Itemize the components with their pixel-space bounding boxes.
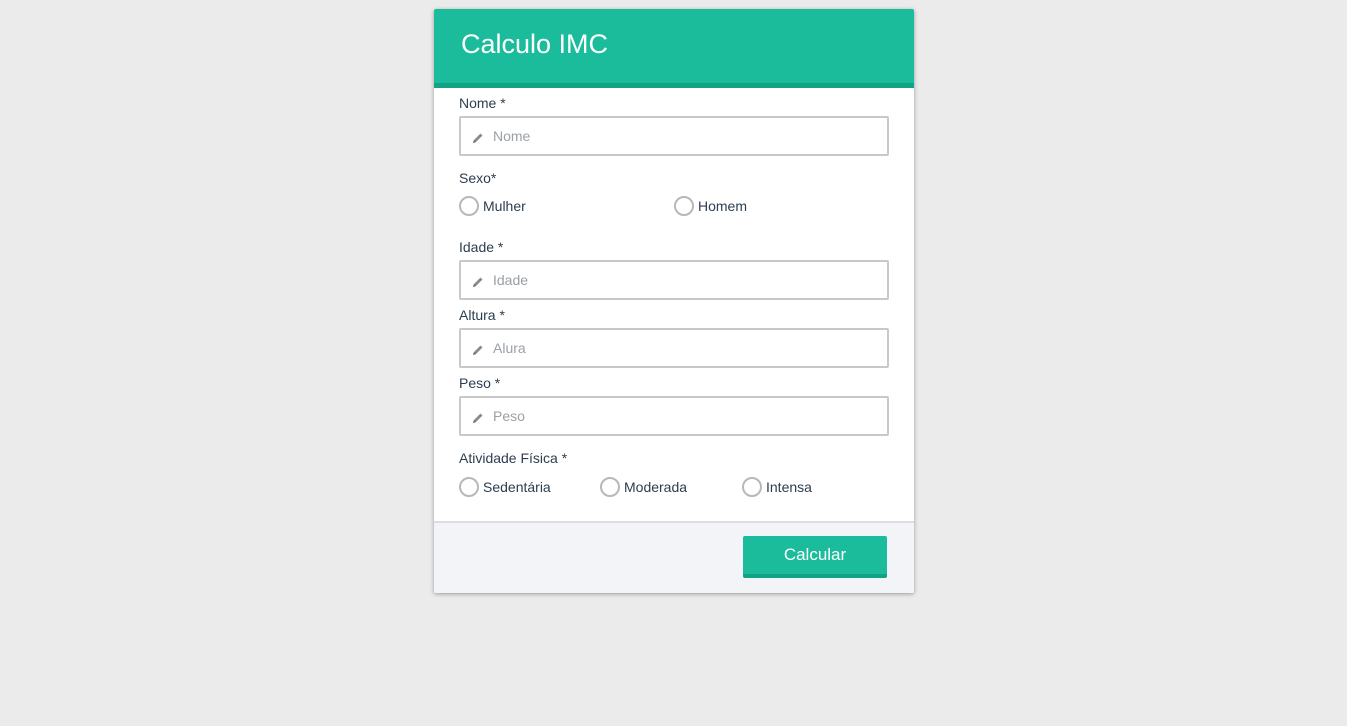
radio-homem-label: Homem (698, 198, 748, 214)
radio-intensa[interactable]: Intensa (742, 477, 812, 497)
radio-mulher-label: Mulher (483, 198, 526, 214)
radio-circle-icon[interactable] (459, 477, 479, 497)
nome-field[interactable] (459, 116, 889, 156)
radio-mulher[interactable]: Mulher (459, 196, 526, 216)
imc-form-card: Calculo IMC Nome * Sexo* Mulher Homem Id… (434, 9, 914, 593)
altura-field[interactable] (459, 328, 889, 368)
pencil-icon (473, 413, 483, 423)
radio-circle-icon[interactable] (742, 477, 762, 497)
radio-circle-icon[interactable] (600, 477, 620, 497)
card-header: Calculo IMC (434, 9, 914, 88)
sexo-label: Sexo* (459, 170, 497, 186)
nome-input[interactable] (493, 128, 873, 144)
radio-sedentaria-label: Sedentária (483, 479, 551, 495)
pencil-icon (473, 277, 483, 287)
radio-sedentaria[interactable]: Sedentária (459, 477, 551, 497)
radio-circle-icon[interactable] (674, 196, 694, 216)
nome-label: Nome * (459, 95, 506, 111)
altura-input[interactable] (493, 340, 873, 356)
peso-field[interactable] (459, 396, 889, 436)
peso-label: Peso * (459, 375, 501, 391)
card-footer: Calcular (434, 521, 914, 593)
atividade-label: Atividade Física * (459, 450, 568, 466)
card-body: Nome * Sexo* Mulher Homem Idade * (434, 88, 914, 521)
idade-input[interactable] (493, 272, 873, 288)
pencil-icon (473, 345, 483, 355)
radio-homem[interactable]: Homem (674, 196, 747, 216)
pencil-icon (473, 133, 483, 143)
radio-moderada-label: Moderada (624, 479, 688, 495)
form-title: Calculo IMC (461, 28, 609, 59)
radio-circle-icon[interactable] (459, 196, 479, 216)
altura-label: Altura * (459, 307, 505, 323)
radio-moderada[interactable]: Moderada (600, 477, 687, 497)
peso-input[interactable] (493, 408, 873, 424)
calcular-button[interactable]: Calcular (743, 536, 887, 578)
idade-field[interactable] (459, 260, 889, 300)
idade-label: Idade * (459, 239, 504, 255)
radio-intensa-label: Intensa (766, 479, 812, 495)
